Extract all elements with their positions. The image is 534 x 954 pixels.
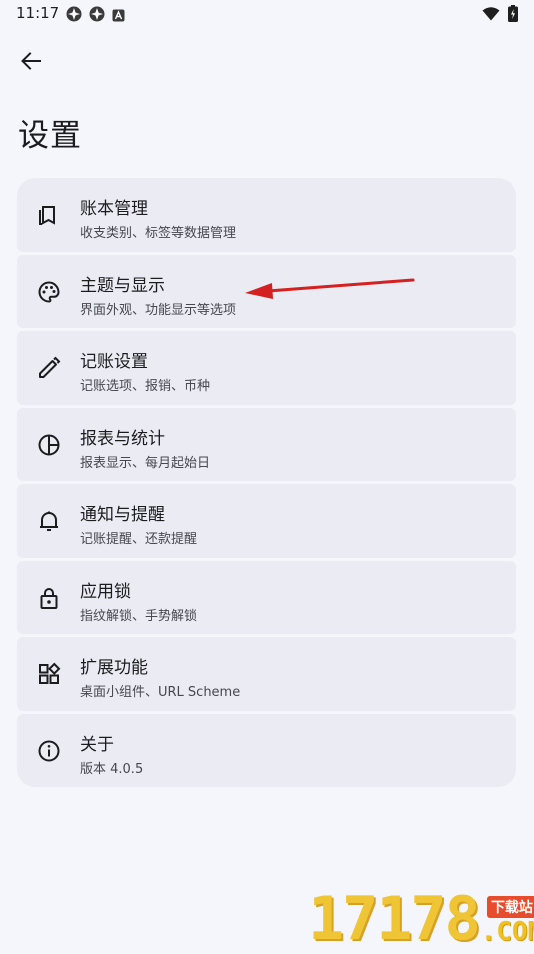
pie-chart-icon [37, 433, 61, 457]
arrow-back-icon [20, 50, 42, 76]
bell-icon [37, 509, 61, 533]
sync-icon [89, 6, 105, 26]
settings-item-subtitle: 界面外观、功能显示等选项 [80, 302, 237, 318]
watermark-tag: 下载站 [486, 896, 534, 918]
settings-item-title: 应用锁 [80, 581, 131, 602]
settings-item-notifications-reminders[interactable]: 通知与提醒 记账提醒、还款提醒 [17, 484, 516, 558]
status-time: 11:17 [16, 4, 60, 22]
settings-item-subtitle: 收支类别、标签等数据管理 [80, 226, 237, 241]
watermark-domain: .COM [480, 917, 534, 947]
pencil-icon [37, 356, 61, 380]
settings-item-title: 通知与提醒 [80, 505, 165, 525]
settings-list: 账本管理 收支类别、标签等数据管理 主题与显示 界面外观、功能显示等选项 记账设… [17, 178, 516, 787]
settings-item-about[interactable]: 关于 版本 4.0.5 [17, 713, 516, 787]
settings-item-subtitle: 桌面小组件、URL Scheme [80, 685, 241, 700]
settings-item-subtitle: 记账提醒、还款提醒 [80, 532, 198, 547]
wifi-icon [482, 6, 500, 25]
sync-icon [66, 6, 82, 26]
settings-item-reports-statistics[interactable]: 报表与统计 报表显示、每月起始日 [17, 407, 516, 481]
settings-item-subtitle: 报表显示、每月起始日 [80, 455, 211, 471]
settings-item-title: 账本管理 [80, 199, 148, 219]
watermark-logo: 17178 下载站 .COM [308, 884, 534, 950]
settings-item-bookkeeping-settings[interactable]: 记账设置 记账选项、报销、币种 [17, 331, 516, 405]
page-title: 设置 [18, 118, 82, 154]
info-icon [37, 739, 61, 763]
settings-item-subtitle: 版本 4.0.5 [80, 761, 144, 777]
settings-item-app-lock[interactable]: 应用锁 指纹解锁、手势解锁 [17, 560, 516, 634]
watermark-digits: 17178 [308, 884, 481, 954]
settings-item-extensions[interactable]: 扩展功能 桌面小组件、URL Scheme [17, 637, 516, 711]
settings-item-subtitle: 指纹解锁、手势解锁 [80, 608, 198, 624]
status-bar: 11:17 [0, 0, 534, 28]
settings-item-ledger-management[interactable]: 账本管理 收支类别、标签等数据管理 [17, 178, 516, 252]
book-icon [37, 203, 61, 227]
status-notification-icons [66, 6, 125, 26]
battery-charging-icon [508, 5, 518, 26]
settings-item-title: 关于 [80, 734, 114, 755]
settings-item-title: 报表与统计 [80, 428, 165, 449]
lock-icon [37, 586, 61, 610]
widgets-icon [37, 662, 61, 686]
app-notification-icon [112, 7, 125, 26]
settings-item-subtitle: 记账选项、报销、币种 [80, 379, 211, 394]
palette-icon [37, 280, 61, 304]
settings-item-title: 记账设置 [80, 352, 148, 372]
back-button[interactable] [14, 46, 48, 80]
settings-item-title: 扩展功能 [80, 658, 148, 678]
status-system-icons [482, 5, 518, 26]
settings-item-theme-display[interactable]: 主题与显示 界面外观、功能显示等选项 [17, 254, 516, 328]
settings-item-title: 主题与显示 [80, 275, 165, 296]
